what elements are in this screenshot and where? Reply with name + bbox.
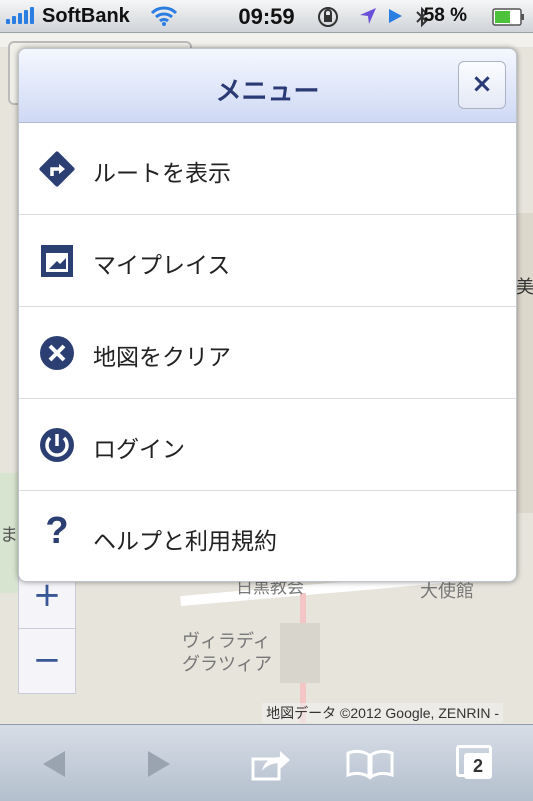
tabs-button[interactable]: 2 bbox=[452, 745, 498, 783]
battery-percent: 58 % bbox=[423, 5, 467, 26]
map-label: グラツィア bbox=[182, 654, 272, 675]
menu-item-help[interactable]: ? ヘルプと利用規約 bbox=[19, 491, 516, 581]
browser-toolbar: 2 bbox=[0, 724, 533, 801]
bookmarks-icon[interactable] bbox=[340, 743, 400, 785]
menu-item-login[interactable]: ログイン bbox=[19, 399, 516, 491]
play-icon bbox=[389, 9, 402, 23]
map-label: ま bbox=[0, 525, 18, 546]
power-icon bbox=[40, 428, 74, 462]
back-arrow-icon[interactable] bbox=[25, 743, 85, 785]
clear-map-icon bbox=[40, 336, 74, 370]
menu-item-route[interactable]: ルートを表示 bbox=[19, 123, 516, 215]
battery-icon bbox=[492, 8, 524, 26]
rotation-lock-icon bbox=[318, 7, 338, 27]
menu-item-clear-map[interactable]: 地図をクリア bbox=[19, 307, 516, 399]
menu-item-label: 地図をクリア bbox=[93, 345, 231, 371]
menu-item-label: マイプレイス bbox=[93, 253, 231, 279]
zoom-out-button[interactable]: − bbox=[18, 628, 76, 694]
forward-arrow-icon[interactable] bbox=[128, 743, 188, 785]
close-button[interactable]: × bbox=[458, 61, 506, 109]
menu-header: メニュー × bbox=[19, 49, 516, 123]
menu-dialog: メニュー × ルートを表示 マイプレイス 地図をクリア ログイン ? ヘルプと利… bbox=[18, 48, 517, 582]
help-icon: ? bbox=[45, 510, 69, 552]
route-icon bbox=[39, 151, 75, 187]
menu-item-label: ヘルプと利用規約 bbox=[93, 529, 277, 555]
menu-title: メニュー bbox=[215, 77, 320, 107]
map-label: 美 bbox=[516, 277, 533, 298]
status-bar: SoftBank 09:59 58 % bbox=[0, 0, 533, 33]
menu-item-my-places[interactable]: マイプレイス bbox=[19, 215, 516, 307]
menu-item-label: ルートを表示 bbox=[93, 161, 231, 187]
menu-item-label: ログイン bbox=[93, 437, 185, 463]
tabs-count: 2 bbox=[464, 753, 492, 779]
share-icon[interactable] bbox=[240, 743, 300, 785]
map-attribution: 地図データ ©2012 Google, ZENRIN - bbox=[262, 703, 503, 723]
my-places-icon bbox=[41, 245, 73, 277]
location-icon bbox=[360, 8, 376, 24]
